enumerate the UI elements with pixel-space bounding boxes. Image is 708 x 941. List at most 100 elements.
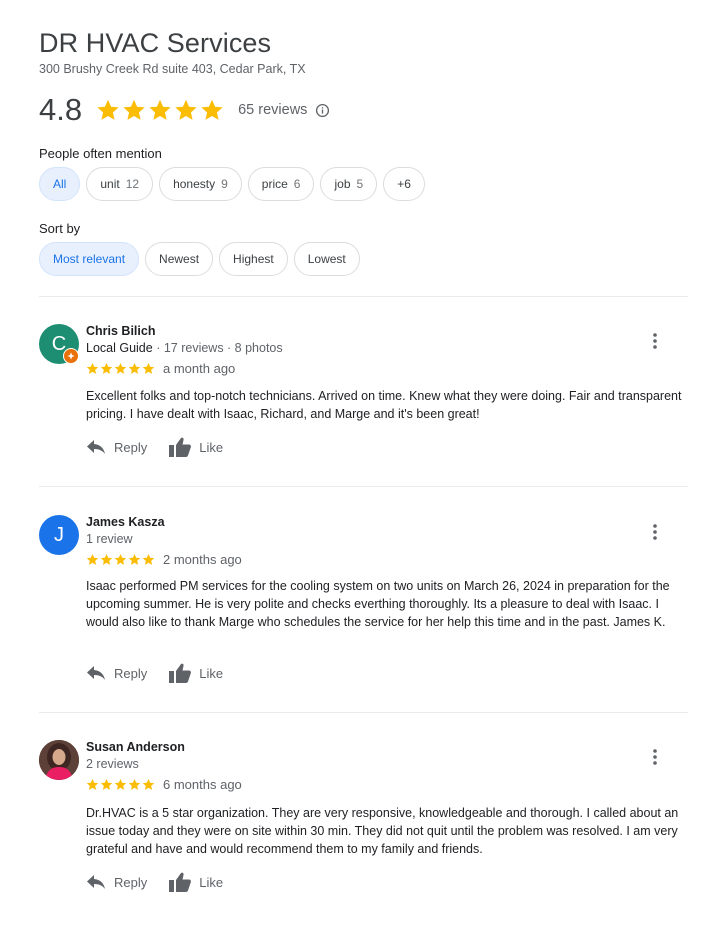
avatar[interactable]: C: [39, 324, 79, 364]
star-icon: [100, 553, 113, 565]
like-button[interactable]: Like: [169, 663, 223, 683]
star-icon: [142, 778, 155, 790]
chip-more[interactable]: +6: [383, 167, 425, 201]
star-icon: [100, 362, 113, 374]
avatar-initial: J: [54, 523, 64, 546]
reply-label: Reply: [114, 439, 148, 455]
more-vert-icon[interactable]: [647, 521, 663, 543]
chip-count: 12: [125, 177, 140, 191]
review-actions: Reply Like: [86, 663, 245, 683]
chip-count: 9: [221, 177, 228, 191]
like-label: Like: [199, 665, 224, 681]
star-icon: [128, 553, 141, 565]
review-stars: [86, 553, 155, 566]
star-icon: [175, 99, 197, 120]
review-count[interactable]: 65 reviews: [238, 102, 307, 118]
review-card: J James Kasza 1 review 2 months ago Isaa…: [39, 515, 688, 695]
reviewer-meta: 2 reviews: [86, 757, 139, 771]
star-icon: [97, 99, 119, 120]
local-guide-label: Local Guide: [86, 341, 153, 355]
star-icon: [142, 553, 155, 565]
reply-button[interactable]: Reply: [86, 874, 147, 890]
reviewer-name[interactable]: Chris Bilich: [86, 324, 155, 338]
star-icon: [114, 778, 127, 790]
chip-count: 6: [293, 177, 301, 191]
reviewer-name[interactable]: Susan Anderson: [86, 740, 185, 754]
info-icon[interactable]: [315, 103, 330, 118]
sort-highest[interactable]: Highest: [219, 242, 288, 276]
rating-summary: 4.8 65 reviews: [39, 92, 330, 128]
sort-newest[interactable]: Newest: [145, 242, 214, 276]
business-address: 300 Brushy Creek Rd suite 403, Cedar Par…: [39, 62, 306, 76]
like-label: Like: [199, 439, 224, 455]
chip-unit[interactable]: unit 12: [86, 167, 154, 201]
star-icon: [86, 778, 99, 790]
review-text: Excellent folks and top-notch technician…: [86, 389, 682, 421]
star-icon: [123, 99, 145, 120]
thumb-up-icon: [169, 437, 192, 457]
local-guide-badge-icon: [63, 348, 79, 364]
divider: [39, 712, 688, 713]
reply-icon: [87, 875, 105, 889]
reviewer-stats: · 17 reviews · 8 photos: [152, 341, 283, 355]
chip-all[interactable]: All: [39, 167, 81, 201]
star-icon: [100, 778, 113, 790]
chip-honesty[interactable]: honesty 9: [159, 167, 242, 201]
star-icon: [86, 553, 99, 565]
chip-label: job: [334, 177, 351, 191]
mention-chips: All unit 12 honesty 9 price 6 job 5 +6: [39, 167, 425, 201]
like-label: Like: [199, 874, 224, 890]
divider: [39, 296, 688, 297]
reply-label: Reply: [114, 874, 148, 890]
chip-label: unit: [100, 177, 120, 191]
like-button[interactable]: Like: [169, 872, 223, 892]
sort-options: Most relevant Newest Highest Lowest: [39, 242, 360, 276]
star-icon: [114, 553, 127, 565]
reply-icon: [87, 666, 105, 680]
mentions-label: People often mention: [39, 146, 162, 161]
review-time: 6 months ago: [163, 777, 242, 792]
avatar-photo: [39, 740, 79, 780]
chip-label: +6: [397, 177, 411, 191]
thumb-up-icon: [169, 872, 192, 892]
avatar[interactable]: J: [39, 515, 79, 555]
review-card: Susan Anderson 2 reviews 6 months ago Dr…: [39, 740, 688, 900]
star-icon: [128, 778, 141, 790]
review-rating: 6 months ago: [86, 777, 242, 792]
star-icon: [86, 362, 99, 374]
review-card: C Chris Bilich Local Guide · 17 reviews …: [39, 324, 688, 464]
chip-label: price: [261, 177, 288, 191]
sort-most-relevant[interactable]: Most relevant: [39, 242, 140, 276]
review-actions: Reply Like: [86, 437, 245, 457]
avatar[interactable]: [39, 740, 79, 780]
reviews-panel: DR HVAC Services 300 Brushy Creek Rd sui…: [0, 0, 708, 941]
reply-button[interactable]: Reply: [86, 665, 147, 681]
sort-lowest[interactable]: Lowest: [293, 242, 360, 276]
thumb-up-icon: [169, 663, 192, 683]
review-stars: [86, 778, 155, 791]
more-vert-icon[interactable]: [647, 330, 663, 352]
divider: [39, 486, 688, 487]
chip-count: 5: [356, 177, 364, 191]
rating-stars: [96, 98, 224, 122]
sort-label: Sort by: [39, 221, 81, 236]
more-vert-icon[interactable]: [647, 746, 663, 768]
chip-price[interactable]: price 6: [247, 167, 315, 201]
star-icon: [149, 99, 171, 120]
review-rating: 2 months ago: [86, 552, 242, 567]
reply-icon: [87, 440, 105, 454]
business-name: DR HVAC Services: [39, 28, 272, 58]
star-icon: [114, 362, 127, 374]
chip-job[interactable]: job 5: [320, 167, 378, 201]
reply-label: Reply: [114, 665, 148, 681]
rating-number: 4.8: [39, 92, 83, 127]
review-rating: a month ago: [86, 361, 235, 376]
review-text: Dr.HVAC is a 5 star organization. They a…: [86, 806, 679, 856]
star-icon: [128, 362, 141, 374]
reviewer-name[interactable]: James Kasza: [86, 515, 165, 529]
reviewer-meta: Local Guide · 17 reviews · 8 photos: [86, 341, 283, 355]
reply-button[interactable]: Reply: [86, 439, 147, 455]
like-button[interactable]: Like: [169, 437, 223, 457]
star-icon: [142, 362, 155, 374]
chip-label: All: [53, 177, 67, 191]
